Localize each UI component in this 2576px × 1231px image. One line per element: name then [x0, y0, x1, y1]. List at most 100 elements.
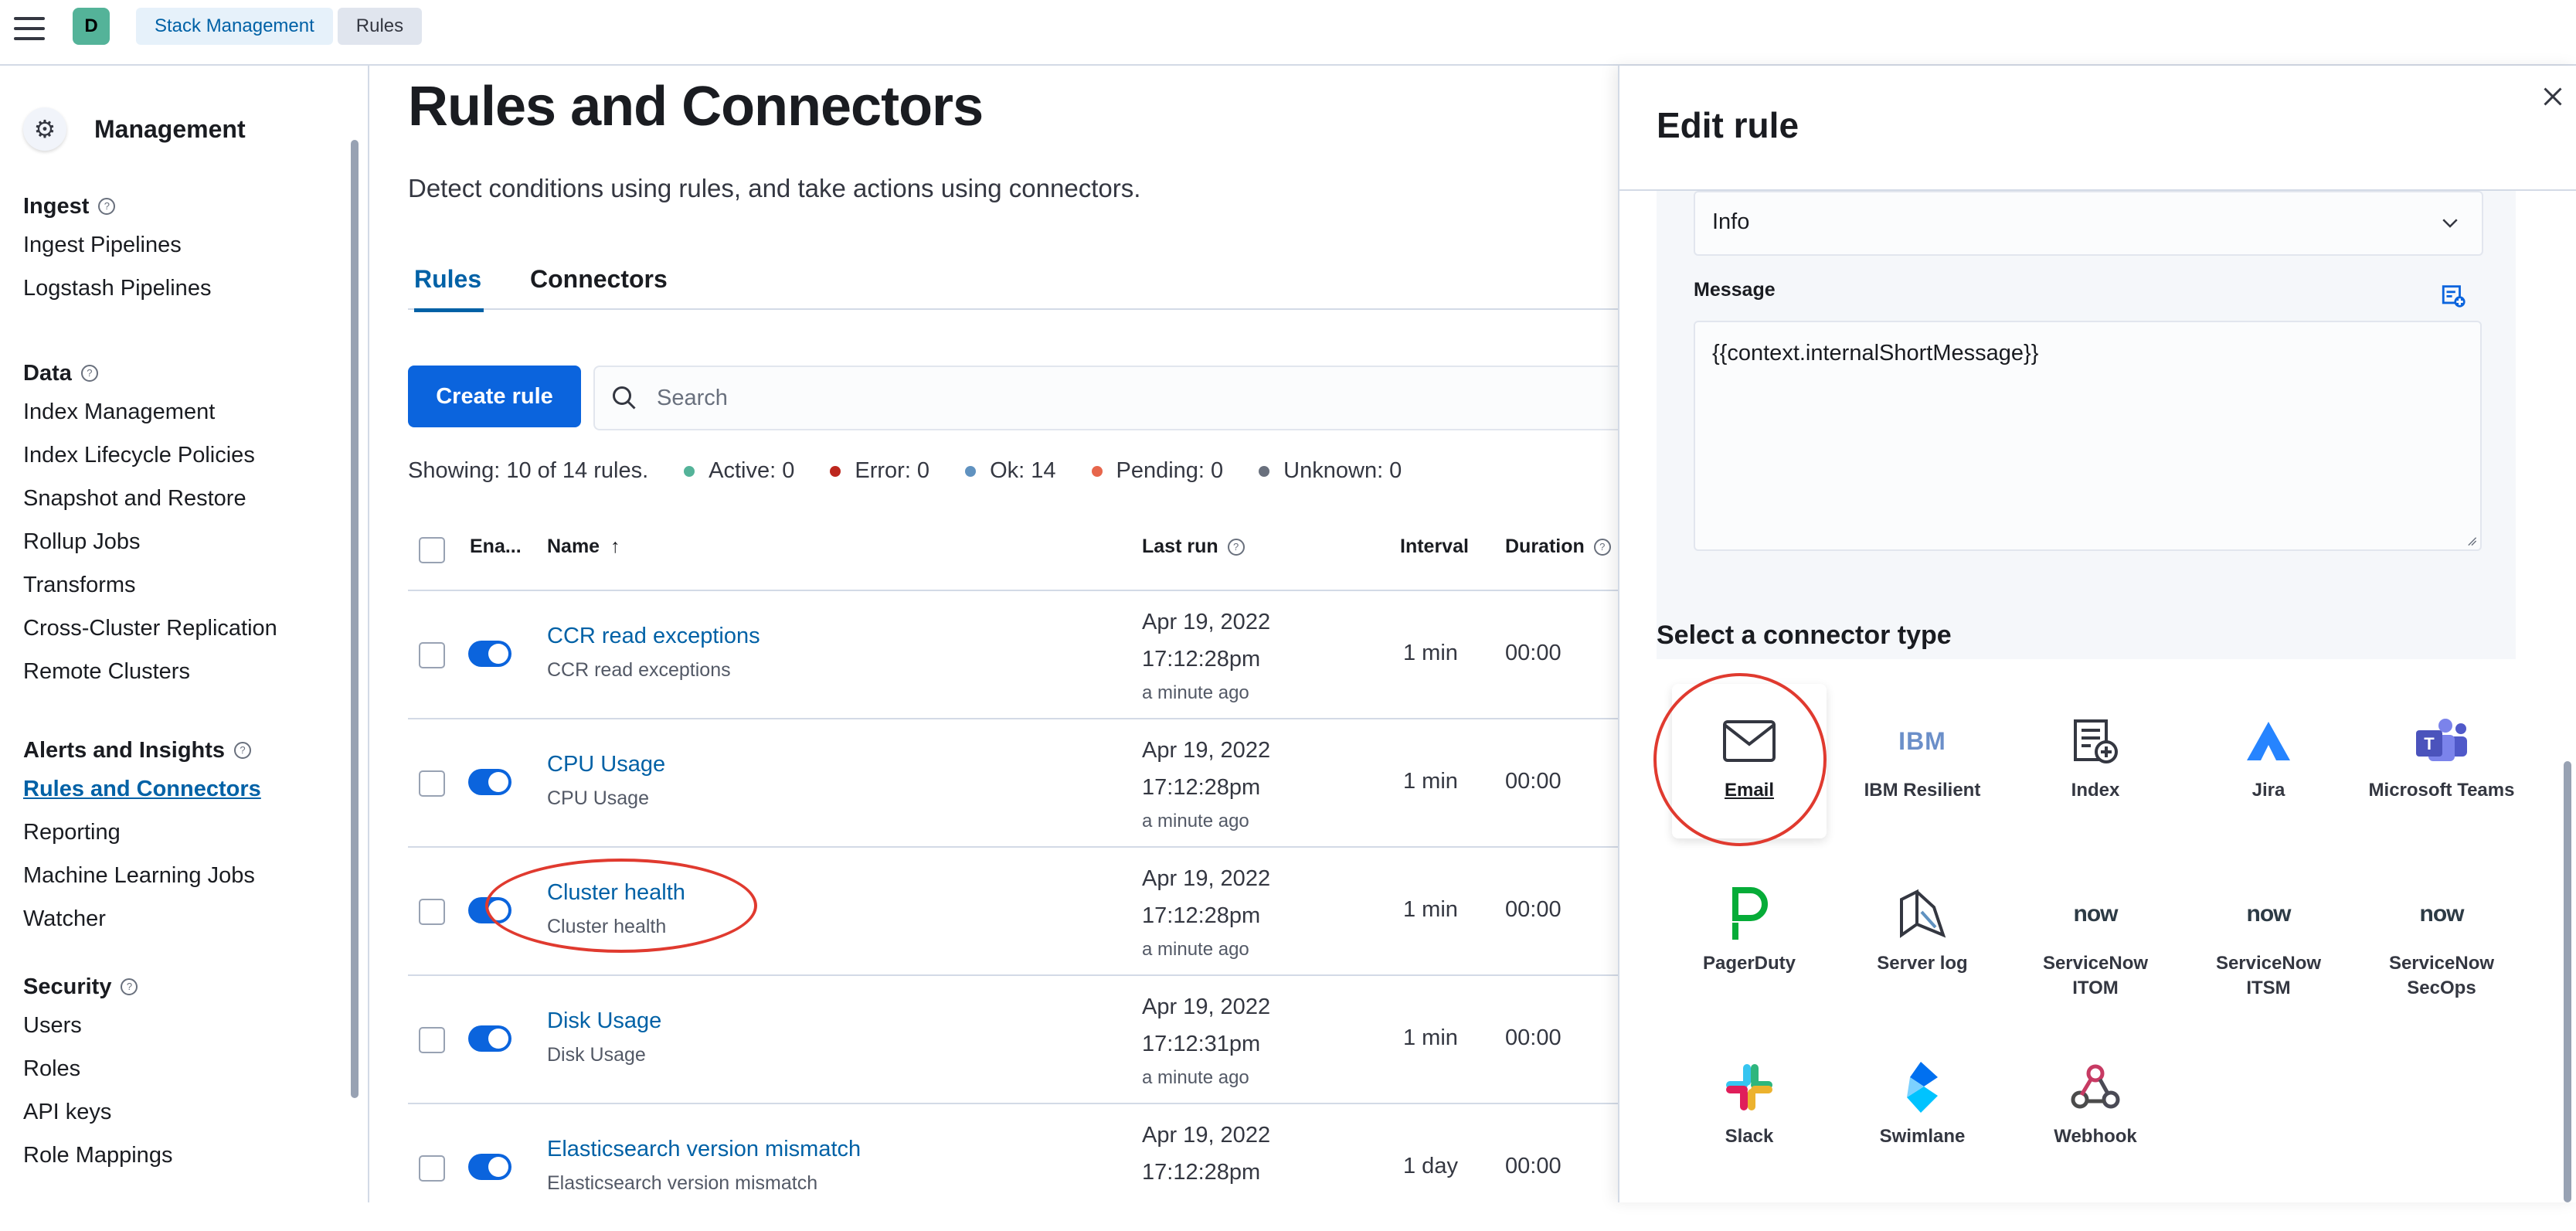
- connector-microsoft-teams[interactable]: T Microsoft Teams: [2364, 684, 2519, 838]
- help-icon[interactable]: ?: [1227, 538, 1245, 556]
- column-name-label: Name: [547, 536, 600, 557]
- sidebar-item-rollup-jobs[interactable]: Rollup Jobs: [23, 520, 277, 563]
- flyout-scrollbar[interactable]: [2564, 761, 2571, 1202]
- page-description: Detect conditions using rules, and take …: [408, 174, 1141, 202]
- sidebar-item-cross-cluster-replication[interactable]: Cross-Cluster Replication: [23, 607, 277, 650]
- help-icon[interactable]: ?: [80, 365, 98, 382]
- rule-name-link[interactable]: Disk Usage: [547, 1008, 661, 1034]
- select-all-checkbox[interactable]: [419, 537, 445, 563]
- stat-active: Active: 0: [684, 458, 794, 484]
- column-name[interactable]: Name ↑: [547, 536, 620, 558]
- close-icon[interactable]: [2539, 83, 2567, 111]
- sidebar-item-api-keys[interactable]: API keys: [23, 1090, 172, 1134]
- connector-email[interactable]: Email: [1672, 684, 1827, 838]
- servicenow-logo-text: now: [2419, 901, 2465, 927]
- row-checkbox[interactable]: [419, 899, 445, 925]
- connector-servicenow-secops[interactable]: now ServiceNow SecOps: [2364, 857, 2519, 1012]
- sidebar-item-roles[interactable]: Roles: [23, 1047, 172, 1090]
- rule-name-link[interactable]: Cluster health: [547, 880, 685, 906]
- sidebar-item-index-management[interactable]: Index Management: [23, 390, 277, 434]
- rule-name-link[interactable]: Elasticsearch version mismatch: [547, 1137, 861, 1162]
- sidebar-scrollbar[interactable]: [351, 140, 359, 1098]
- enabled-toggle[interactable]: [468, 641, 511, 667]
- help-icon[interactable]: ?: [98, 198, 116, 215]
- connector-webhook[interactable]: Webhook: [2018, 1030, 2173, 1185]
- edit-rule-flyout: Edit rule Info Message {{context.interna…: [1618, 66, 2576, 1202]
- search-input[interactable]: Search: [593, 366, 1623, 430]
- connector-ibm-resilient[interactable]: IBM IBM Resilient: [1845, 684, 2000, 838]
- hamburger-menu-icon[interactable]: [14, 17, 45, 45]
- create-rule-button[interactable]: Create rule: [408, 366, 581, 427]
- enabled-toggle[interactable]: [468, 1154, 511, 1180]
- row-checkbox[interactable]: [419, 1027, 445, 1053]
- rule-interval: 1 day: [1403, 1154, 1458, 1178]
- column-interval[interactable]: Interval: [1400, 536, 1469, 558]
- sidebar-item-users[interactable]: Users: [23, 1004, 172, 1047]
- sidebar-item-watcher[interactable]: Watcher: [23, 897, 261, 940]
- sidebar-item-ingest-pipelines[interactable]: Ingest Pipelines: [23, 223, 211, 267]
- table-row: Cluster health Cluster health Apr 19, 20…: [408, 848, 1621, 976]
- connector-label: Swimlane: [1879, 1126, 1966, 1147]
- help-icon[interactable]: ?: [234, 742, 252, 759]
- enabled-toggle[interactable]: [468, 897, 511, 923]
- connector-swimlane[interactable]: Swimlane: [1845, 1030, 2000, 1185]
- group-title: Alerts and Insights: [23, 737, 226, 763]
- breadcrumb-rules: Rules: [337, 8, 423, 45]
- add-variable-icon[interactable]: [2440, 282, 2466, 308]
- rule-type: Elasticsearch version mismatch: [547, 1172, 818, 1194]
- row-checkbox[interactable]: [419, 642, 445, 668]
- tab-connectors[interactable]: Connectors: [530, 265, 668, 308]
- sidebar-group-data: Data? Index Management Index Lifecycle P…: [23, 356, 277, 693]
- page-title: Rules and Connectors: [408, 76, 984, 138]
- resize-handle-icon[interactable]: [2466, 536, 2477, 546]
- column-duration[interactable]: Duration?: [1505, 536, 1611, 558]
- connector-jira[interactable]: Jira: [2191, 684, 2346, 838]
- search-icon: [613, 386, 636, 410]
- servicenow-icon: now: [2411, 883, 2472, 945]
- help-icon[interactable]: ?: [121, 978, 138, 995]
- chevron-down-icon: [2442, 219, 2458, 228]
- sidebar-item-transforms[interactable]: Transforms: [23, 563, 277, 607]
- rule-interval: 1 min: [1403, 769, 1458, 794]
- connector-index[interactable]: Index: [2018, 684, 2173, 838]
- enabled-toggle[interactable]: [468, 769, 511, 795]
- connector-slack[interactable]: Slack: [1672, 1030, 1827, 1185]
- sidebar-item-role-mappings[interactable]: Role Mappings: [23, 1134, 172, 1177]
- help-icon[interactable]: ?: [1593, 538, 1611, 556]
- row-checkbox[interactable]: [419, 1155, 445, 1182]
- sidebar-item-reporting[interactable]: Reporting: [23, 811, 261, 854]
- sidebar-item-logstash-pipelines[interactable]: Logstash Pipelines: [23, 267, 211, 310]
- column-enabled[interactable]: Ena...: [470, 536, 522, 558]
- breadcrumb-stack-management[interactable]: Stack Management: [136, 8, 333, 45]
- level-select[interactable]: Info: [1694, 191, 2483, 256]
- connector-label: ServiceNow ITSM: [2215, 953, 2322, 998]
- space-avatar[interactable]: D: [73, 8, 110, 45]
- message-textarea[interactable]: {{context.internalShortMessage}}: [1694, 321, 2482, 551]
- rule-duration: 00:00: [1505, 1025, 1562, 1050]
- connector-servicenow-itom[interactable]: now ServiceNow ITOM: [2018, 857, 2173, 1012]
- connector-servicenow-itsm[interactable]: now ServiceNow ITSM: [2191, 857, 2346, 1012]
- connector-server-log[interactable]: Server log: [1845, 857, 2000, 1012]
- connector-pagerduty[interactable]: PagerDuty: [1672, 857, 1827, 1012]
- enabled-toggle[interactable]: [468, 1025, 511, 1052]
- rule-duration: 00:00: [1505, 769, 1562, 794]
- top-bar: D Stack Management Rules: [0, 0, 2576, 66]
- sidebar-item-snapshot-and-restore[interactable]: Snapshot and Restore: [23, 477, 277, 520]
- search-placeholder: Search: [657, 386, 728, 410]
- rule-name-link[interactable]: CCR read exceptions: [547, 624, 760, 649]
- column-last-run-label: Last run: [1142, 536, 1218, 557]
- rule-type: CPU Usage: [547, 787, 649, 809]
- flyout-title: Edit rule: [1657, 105, 1799, 145]
- sidebar-item-rules-and-connectors[interactable]: Rules and Connectors: [23, 767, 261, 811]
- sidebar-item-index-lifecycle-policies[interactable]: Index Lifecycle Policies: [23, 434, 277, 477]
- rule-name-link[interactable]: CPU Usage: [547, 752, 665, 777]
- column-last-run[interactable]: Last run?: [1142, 536, 1245, 558]
- row-checkbox[interactable]: [419, 770, 445, 797]
- last-run-time: 17:12:28pm: [1142, 903, 1261, 928]
- tab-rules[interactable]: Rules: [414, 265, 484, 312]
- rule-interval: 1 min: [1403, 897, 1458, 922]
- sidebar-item-remote-clusters[interactable]: Remote Clusters: [23, 650, 277, 693]
- sidebar-item-machine-learning-jobs[interactable]: Machine Learning Jobs: [23, 854, 261, 897]
- status-dot: [830, 465, 841, 477]
- rule-interval: 1 min: [1403, 1025, 1458, 1050]
